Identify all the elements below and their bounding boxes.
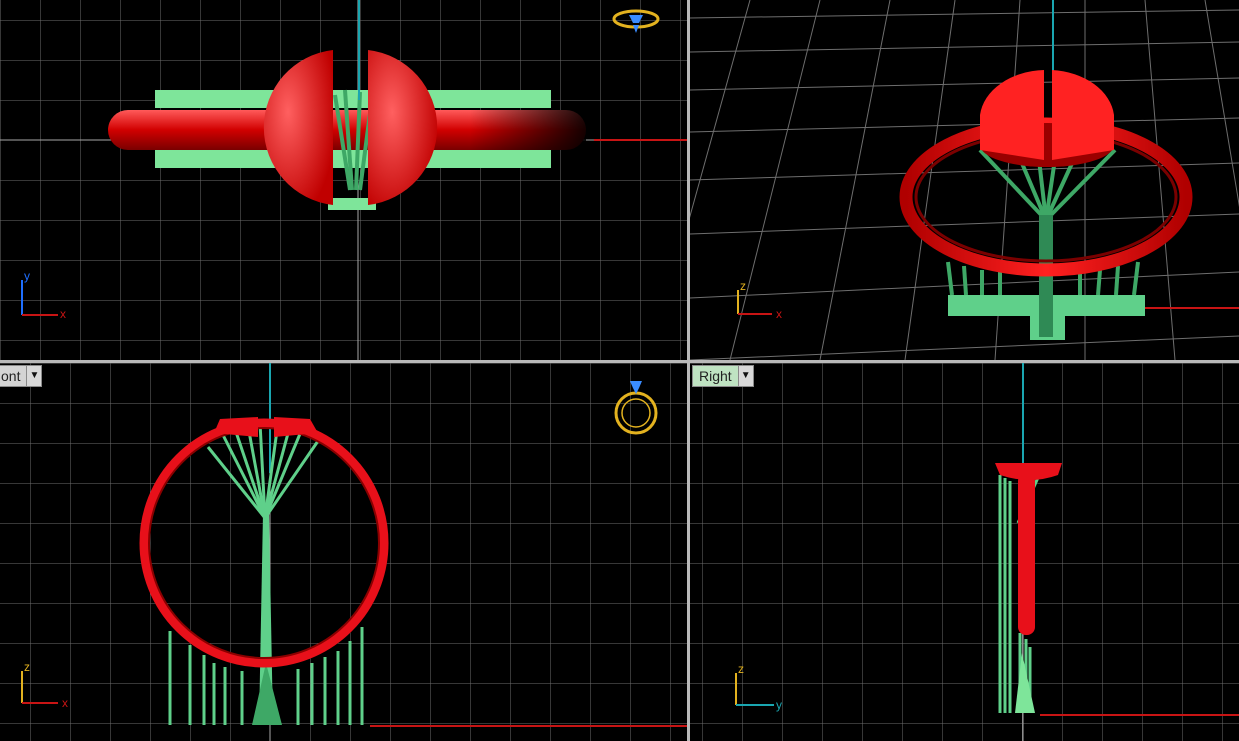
grid (0, 0, 687, 360)
support-base (155, 90, 551, 108)
right-view-canvas[interactable]: z y (690, 363, 1239, 741)
chevron-down-icon[interactable]: ▼ (26, 366, 42, 386)
axis-label-z: z (740, 279, 746, 293)
axis-label-x: x (60, 307, 66, 321)
viewport-divider-vertical[interactable] (687, 0, 690, 741)
grid (0, 363, 687, 741)
axis-label-z: z (24, 660, 30, 674)
grid (690, 363, 1239, 741)
tab-front[interactable]: ont ▼ (0, 365, 43, 387)
perspective-view-canvas[interactable]: z x (690, 0, 1239, 360)
tab-front-label: ont (1, 368, 21, 384)
viewport-top[interactable]: y x (0, 0, 687, 360)
chevron-down-icon[interactable]: ▼ (737, 366, 753, 386)
tab-right-label: Right (699, 368, 732, 384)
axis-label-y: y (24, 269, 30, 283)
viewport-perspective[interactable]: z x (690, 0, 1239, 360)
ring-band (1018, 473, 1035, 635)
ring-head-right (1052, 70, 1114, 160)
ring-band-shade (470, 110, 586, 150)
viewport-front[interactable]: z x ont ▼ (0, 363, 687, 741)
front-view-canvas[interactable]: z x (0, 363, 687, 741)
viewport-divider-horizontal[interactable] (0, 360, 1239, 363)
axis-label-y: y (776, 698, 782, 712)
axis-gizmo (737, 290, 772, 315)
axis-label-z: z (738, 662, 744, 676)
tab-right[interactable]: Right ▼ (692, 365, 754, 387)
viewport-right[interactable]: z y Right ▼ (690, 363, 1239, 741)
support-base (155, 150, 551, 168)
top-view-canvas[interactable]: y x (0, 0, 687, 360)
axis-label-x: x (776, 307, 782, 321)
axis-label-x: x (62, 696, 68, 710)
